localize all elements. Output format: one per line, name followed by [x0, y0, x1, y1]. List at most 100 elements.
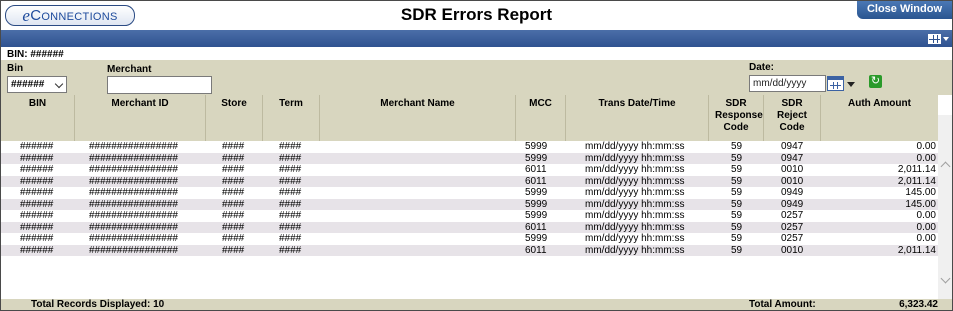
auth-amount-cell: 0.00: [916, 233, 936, 244]
sdr-reject-cell: 0010: [781, 175, 804, 187]
bin-cell: ######: [20, 221, 54, 233]
table-row[interactable]: ###### ################ #### #### 6011 mm/dd/…: [1, 221, 938, 233]
merchant-id-cell: ################: [89, 210, 178, 221]
date-dropdown-arrow-icon[interactable]: [847, 82, 855, 87]
bin-cell: ######: [20, 164, 54, 175]
total-amount-value: 6,323.42: [899, 299, 938, 310]
table-row[interactable]: ###### ################ #### #### 5999 mm/dd/…: [1, 198, 938, 210]
bin-label: Bin: [7, 63, 24, 74]
bin-select-value: ######: [11, 79, 45, 90]
term-cell: ####: [279, 244, 302, 256]
auth-amount-cell: 2,011.14: [897, 175, 936, 187]
column-header-store[interactable]: Store: [206, 95, 263, 141]
sdr-reject-cell: 0010: [781, 244, 804, 256]
merchant-id-cell: ################: [89, 187, 178, 198]
auth-amount-cell: 145.00: [905, 198, 936, 210]
bin-cell: ######: [20, 152, 54, 164]
store-cell: ####: [222, 152, 245, 164]
filter-bar: Bin ###### Merchant Date: mm/dd/yyyy ↻: [1, 60, 952, 95]
auth-amount-cell: 0.00: [916, 221, 936, 233]
merchant-id-cell: ################: [89, 221, 178, 233]
column-header-auth-amount[interactable]: Auth Amount: [821, 95, 938, 141]
term-cell: ####: [279, 198, 302, 210]
merchant-id-cell: ################: [89, 198, 178, 210]
trans-date-cell: mm/dd/yyyy hh:mm:ss: [585, 141, 685, 152]
sdr-reject-cell: 0947: [781, 152, 804, 164]
trans-date-cell: mm/dd/yyyy hh:mm:ss: [585, 164, 685, 175]
table-row[interactable]: ###### ################ #### #### 6011 mm/dd/…: [1, 244, 938, 256]
column-header-trans-date-time[interactable]: Trans Date/Time: [566, 95, 709, 141]
trans-date-cell: mm/dd/yyyy hh:mm:ss: [585, 152, 685, 164]
mcc-cell: 5999: [525, 233, 548, 244]
term-cell: ####: [279, 187, 302, 198]
term-cell: ####: [279, 164, 302, 175]
close-window-button[interactable]: Close Window: [857, 1, 952, 19]
scroll-down-icon[interactable]: [940, 273, 951, 284]
sdr-reject-cell: 0010: [781, 164, 804, 175]
store-cell: ####: [222, 141, 245, 152]
column-header-row: BIN Merchant ID Store Term Merchant Name…: [1, 95, 938, 141]
merchant-id-cell: ################: [89, 152, 178, 164]
scroll-up-icon[interactable]: [940, 161, 951, 172]
vertical-scrollbar[interactable]: [938, 115, 952, 299]
merchant-id-cell: ################: [89, 233, 178, 244]
date-input[interactable]: mm/dd/yyyy: [749, 75, 826, 92]
bin-cell: ######: [20, 175, 54, 187]
column-header-merchant-name[interactable]: Merchant Name: [320, 95, 516, 141]
store-cell: ####: [222, 187, 245, 198]
merchant-input[interactable]: [107, 76, 212, 94]
sdr-reject-cell: 0947: [781, 141, 804, 152]
auth-amount-cell: 0.00: [916, 152, 936, 164]
chevron-down-icon: [54, 79, 64, 89]
sdr-response-cell: 59: [731, 164, 743, 175]
auth-amount-cell: 0.00: [916, 210, 936, 221]
column-header-merchant-id[interactable]: Merchant ID: [75, 95, 206, 141]
sdr-response-cell: 59: [731, 233, 743, 244]
bin-cell: ######: [20, 141, 54, 152]
merchant-label: Merchant: [107, 64, 152, 75]
merchant-id-cell: ################: [89, 141, 178, 152]
column-header-sdr-response-code[interactable]: SDR Response Code: [709, 95, 764, 141]
trans-date-cell: mm/dd/yyyy hh:mm:ss: [585, 233, 685, 244]
store-cell: ####: [222, 233, 245, 244]
dropdown-arrow-icon: [943, 36, 949, 41]
trans-date-cell: mm/dd/yyyy hh:mm:ss: [585, 221, 685, 233]
table-row[interactable]: ###### ################ #### #### 5999 mm/dd/…: [1, 152, 938, 164]
merchant-id-cell: ################: [89, 175, 178, 187]
table-row[interactable]: ###### ################ #### #### 5999 mm/dd/…: [1, 233, 938, 245]
trans-date-cell: mm/dd/yyyy hh:mm:ss: [585, 175, 685, 187]
table-row[interactable]: ###### ################ #### #### 5999 mm/dd/…: [1, 187, 938, 199]
calendar-icon[interactable]: [827, 76, 844, 91]
table-row[interactable]: ###### ################ #### #### 6011 mm/dd/…: [1, 175, 938, 187]
table-row[interactable]: ###### ################ #### #### 5999 mm/dd/…: [1, 141, 938, 153]
term-cell: ####: [279, 152, 302, 164]
refresh-icon[interactable]: ↻: [869, 75, 882, 88]
column-header-mcc[interactable]: MCC: [516, 95, 566, 141]
auth-amount-cell: 0.00: [916, 141, 936, 152]
grid-icon: [928, 33, 941, 44]
mcc-cell: 5999: [525, 152, 548, 164]
trans-date-cell: mm/dd/yyyy hh:mm:ss: [585, 210, 685, 221]
mcc-cell: 6011: [525, 221, 547, 233]
term-cell: ####: [279, 175, 302, 187]
total-amount-label: Total Amount:: [749, 299, 816, 310]
store-cell: ####: [222, 198, 245, 210]
header: e Connections SDR Errors Report Close Win…: [1, 1, 952, 29]
term-cell: ####: [279, 141, 302, 152]
trans-date-cell: mm/dd/yyyy hh:mm:ss: [585, 198, 685, 210]
grid-menu-icon[interactable]: [928, 32, 950, 45]
mcc-cell: 5999: [525, 141, 548, 152]
mcc-cell: 6011: [525, 244, 547, 256]
column-header-term[interactable]: Term: [263, 95, 320, 141]
store-cell: ####: [222, 175, 245, 187]
store-cell: ####: [222, 244, 245, 256]
store-cell: ####: [222, 164, 245, 175]
table-row[interactable]: ###### ################ #### #### 5999 mm/dd/…: [1, 210, 938, 222]
bin-select[interactable]: ######: [7, 76, 67, 93]
sdr-reject-cell: 0949: [781, 198, 804, 210]
table-row[interactable]: ###### ################ #### #### 6011 mm/dd/…: [1, 164, 938, 176]
trans-date-cell: mm/dd/yyyy hh:mm:ss: [585, 187, 685, 198]
column-header-bin[interactable]: BIN: [1, 95, 75, 141]
column-header-sdr-reject-code[interactable]: SDR Reject Code: [764, 95, 821, 141]
total-records: Total Records Displayed: 10: [31, 299, 165, 310]
